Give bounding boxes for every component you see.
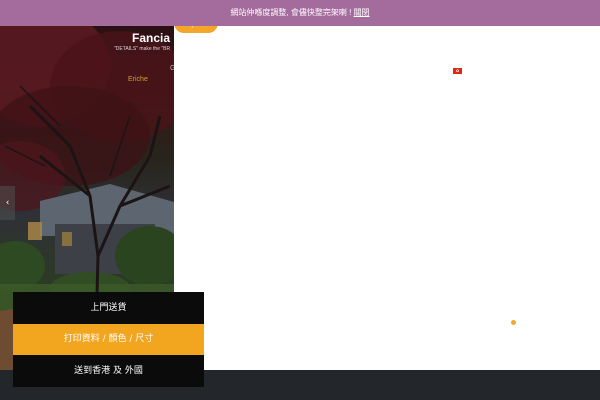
page: Fancia "DETAILS" make the "BR G Eriche ‹… [0, 0, 600, 400]
chevron-left-icon: ‹ [5, 198, 10, 208]
menu-item-print-info[interactable]: 打印資料 / 顏色 / 尺寸 [13, 324, 204, 355]
hero-truncated-glyph: G [170, 65, 174, 72]
service-menu: 上門送貨 打印資料 / 顏色 / 尺寸 送到香港 及 外國 [13, 292, 204, 387]
floating-dot-button[interactable] [511, 320, 516, 325]
menu-item-overseas-shipping[interactable]: 送到香港 及 外國 [13, 355, 204, 387]
notice-dismiss-link[interactable]: 關閉 [354, 8, 370, 17]
hero-link[interactable]: Eriche [128, 76, 148, 83]
bauhinia-icon: ✿ [455, 68, 460, 73]
hero-subtitle: "DETAILS" make the "BR [114, 46, 171, 52]
hero-title: Fancia [132, 31, 171, 45]
notice-message: 網站仲喺度調整, 會儘快整完架喇 ! [230, 8, 354, 17]
menu-item-home-delivery[interactable]: 上門送貨 [13, 292, 204, 324]
notice-banner: 網站仲喺度調整, 會儘快整完架喇 ! 關閉 [0, 0, 600, 26]
hong-kong-flag-icon[interactable]: ✿ [453, 68, 462, 74]
carousel-prev-button[interactable]: ‹ [0, 186, 15, 220]
